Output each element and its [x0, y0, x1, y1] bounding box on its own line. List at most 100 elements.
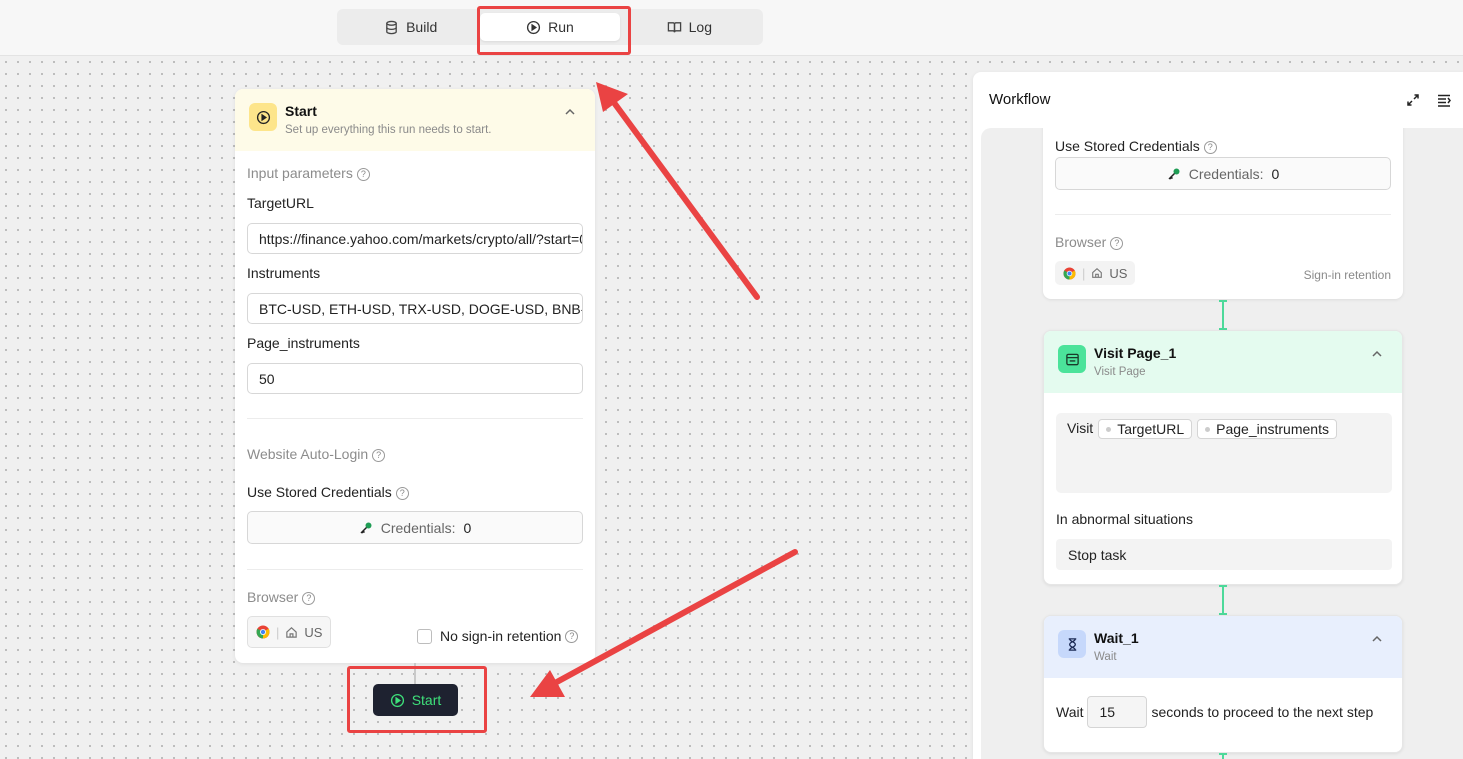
wf-browser-region: US [1109, 265, 1128, 281]
workflow-title: Workflow [989, 91, 1051, 108]
credentials-label: Credentials: [380, 519, 456, 536]
chip-targeturl[interactable]: TargetURL [1098, 419, 1193, 439]
visit-card-title: Visit Page_1 [1094, 345, 1177, 361]
connector-line [1219, 753, 1227, 759]
start-card-icon-wrap [249, 103, 277, 131]
start-run-button[interactable]: Start [373, 684, 458, 716]
auto-login-heading: Website Auto-Login? [247, 446, 386, 462]
wf-credentials-selector[interactable]: Credentials: 0 [1055, 157, 1391, 190]
top-bar: Build Run Log [0, 0, 1463, 56]
chevron-up-icon[interactable] [1370, 347, 1384, 361]
help-icon[interactable]: ? [356, 167, 370, 181]
help-icon[interactable]: ? [1110, 236, 1124, 250]
start-card-subtitle: Set up everything this run needs to star… [285, 124, 492, 136]
param-label-instruments: Instruments [247, 265, 321, 281]
wf-stored-credentials-heading: Use Stored Credentials? [1055, 138, 1217, 154]
chevron-up-icon[interactable] [563, 105, 577, 119]
wait-card-header: Wait_1 Wait [1044, 616, 1402, 678]
browser-selector[interactable]: | US [247, 616, 332, 648]
tab-run[interactable]: Run [480, 13, 620, 41]
key-icon [1168, 168, 1180, 180]
mode-tabs: Build Run Log [337, 9, 763, 45]
start-run-label: Start [411, 692, 442, 708]
connector-line [1219, 585, 1227, 615]
visit-url-field[interactable]: Visit TargetURL Page_instruments [1056, 413, 1392, 493]
wait-label: Wait [1056, 704, 1084, 720]
chrome-icon [256, 625, 270, 639]
wait-seconds-input[interactable]: 15 [1087, 696, 1148, 728]
wf-browser-heading: Browser? [1055, 234, 1124, 250]
credentials-count: 0 [463, 519, 472, 536]
browser-window-icon [1065, 353, 1079, 365]
workflow-visit-page-card[interactable]: Visit Page_1 Visit Page Visit TargetURL … [1043, 330, 1403, 585]
play-circle-icon [256, 110, 270, 124]
help-icon[interactable]: ? [372, 448, 386, 462]
workflow-wait-card[interactable]: Wait_1 Wait Wait 15 seconds to proceed t… [1043, 615, 1403, 753]
workflow-start-card[interactable]: Use Stored Credentials? Credentials: 0 B… [1043, 128, 1403, 299]
help-icon[interactable]: ? [1203, 140, 1217, 154]
wf-browser-selector[interactable]: | US [1055, 261, 1136, 285]
wf-credentials-label: Credentials: [1188, 165, 1264, 182]
chip-page-instruments-label: Page_instruments [1216, 421, 1329, 437]
chevron-up-icon[interactable] [1370, 632, 1384, 646]
separator: | [1082, 265, 1086, 281]
input-parameters-heading: Input parameters? [247, 165, 370, 181]
wf-credentials-count: 0 [1271, 165, 1280, 182]
chip-dot [1205, 426, 1211, 432]
list-collapse-icon[interactable] [1437, 93, 1451, 107]
tab-log[interactable]: Log [620, 13, 759, 41]
param-label-page-instruments: Page_instruments [247, 335, 360, 351]
visit-card-subtitle: Visit Page [1094, 366, 1146, 378]
help-icon[interactable]: ? [395, 486, 409, 500]
divider [247, 569, 583, 570]
book-open-icon [667, 21, 681, 32]
credentials-selector[interactable]: Credentials: 0 [247, 511, 583, 544]
stored-credentials-heading: Use Stored Credentials? [247, 484, 409, 500]
wf-signin-retention: Sign-in retention [1303, 268, 1391, 282]
play-circle-icon [527, 20, 541, 34]
browser-label: Browser [247, 589, 299, 605]
instruments-input[interactable]: BTC-USD, ETH-USD, TRX-USD, DOGE-USD, BNB… [247, 293, 583, 324]
page-instruments-input[interactable]: 50 [247, 363, 583, 394]
wf-stored-credentials-label: Use Stored Credentials [1055, 138, 1200, 154]
chip-page-instruments[interactable]: Page_instruments [1197, 419, 1337, 439]
targeturl-input[interactable]: https://finance.yahoo.com/markets/crypto… [247, 223, 583, 254]
workflow-scroll-area: Use Stored Credentials? Credentials: 0 B… [981, 128, 1463, 759]
home-icon [286, 626, 298, 638]
start-card-title: Start [285, 103, 317, 119]
tab-run-label: Run [548, 19, 574, 35]
tab-build-label: Build [406, 19, 438, 35]
browser-region: US [304, 624, 323, 640]
no-signin-checkbox[interactable] [417, 628, 432, 644]
browser-heading: Browser? [247, 589, 316, 605]
connector-line [414, 663, 416, 684]
play-circle-icon [390, 693, 404, 707]
key-icon [360, 522, 372, 534]
visit-card-icon-wrap [1058, 345, 1086, 373]
param-label-targeturl: TargetURL [247, 195, 314, 211]
chip-dot [1106, 426, 1112, 432]
connector-line [1219, 300, 1227, 330]
help-icon[interactable]: ? [302, 591, 316, 605]
input-parameters-label: Input parameters [247, 165, 353, 181]
wait-card-icon-wrap [1058, 630, 1086, 658]
abnormal-select[interactable]: Stop task [1056, 539, 1392, 570]
wf-browser-label: Browser [1055, 234, 1107, 250]
auto-login-label: Website Auto-Login [247, 446, 369, 462]
help-icon[interactable]: ? [565, 629, 579, 643]
database-icon [386, 20, 397, 34]
wait-row: Wait 15 seconds to proceed to the next s… [1056, 696, 1373, 728]
home-icon [1092, 267, 1103, 278]
hourglass-icon [1068, 637, 1076, 651]
start-card: Start Set up everything this run needs t… [235, 89, 595, 663]
wait-card-title: Wait_1 [1094, 630, 1139, 646]
separator: | [276, 624, 280, 640]
abnormal-label: In abnormal situations [1056, 511, 1193, 527]
expand-icon[interactable] [1406, 93, 1420, 107]
start-card-header: Start Set up everything this run needs t… [235, 89, 595, 151]
chrome-icon [1063, 266, 1076, 280]
tab-build[interactable]: Build [341, 13, 480, 41]
workflow-panel: Workflow Use Stored Credentials? Credent… [973, 72, 1463, 759]
divider [247, 418, 583, 419]
no-signin-retention-option[interactable]: No sign-in retention? [417, 628, 579, 644]
